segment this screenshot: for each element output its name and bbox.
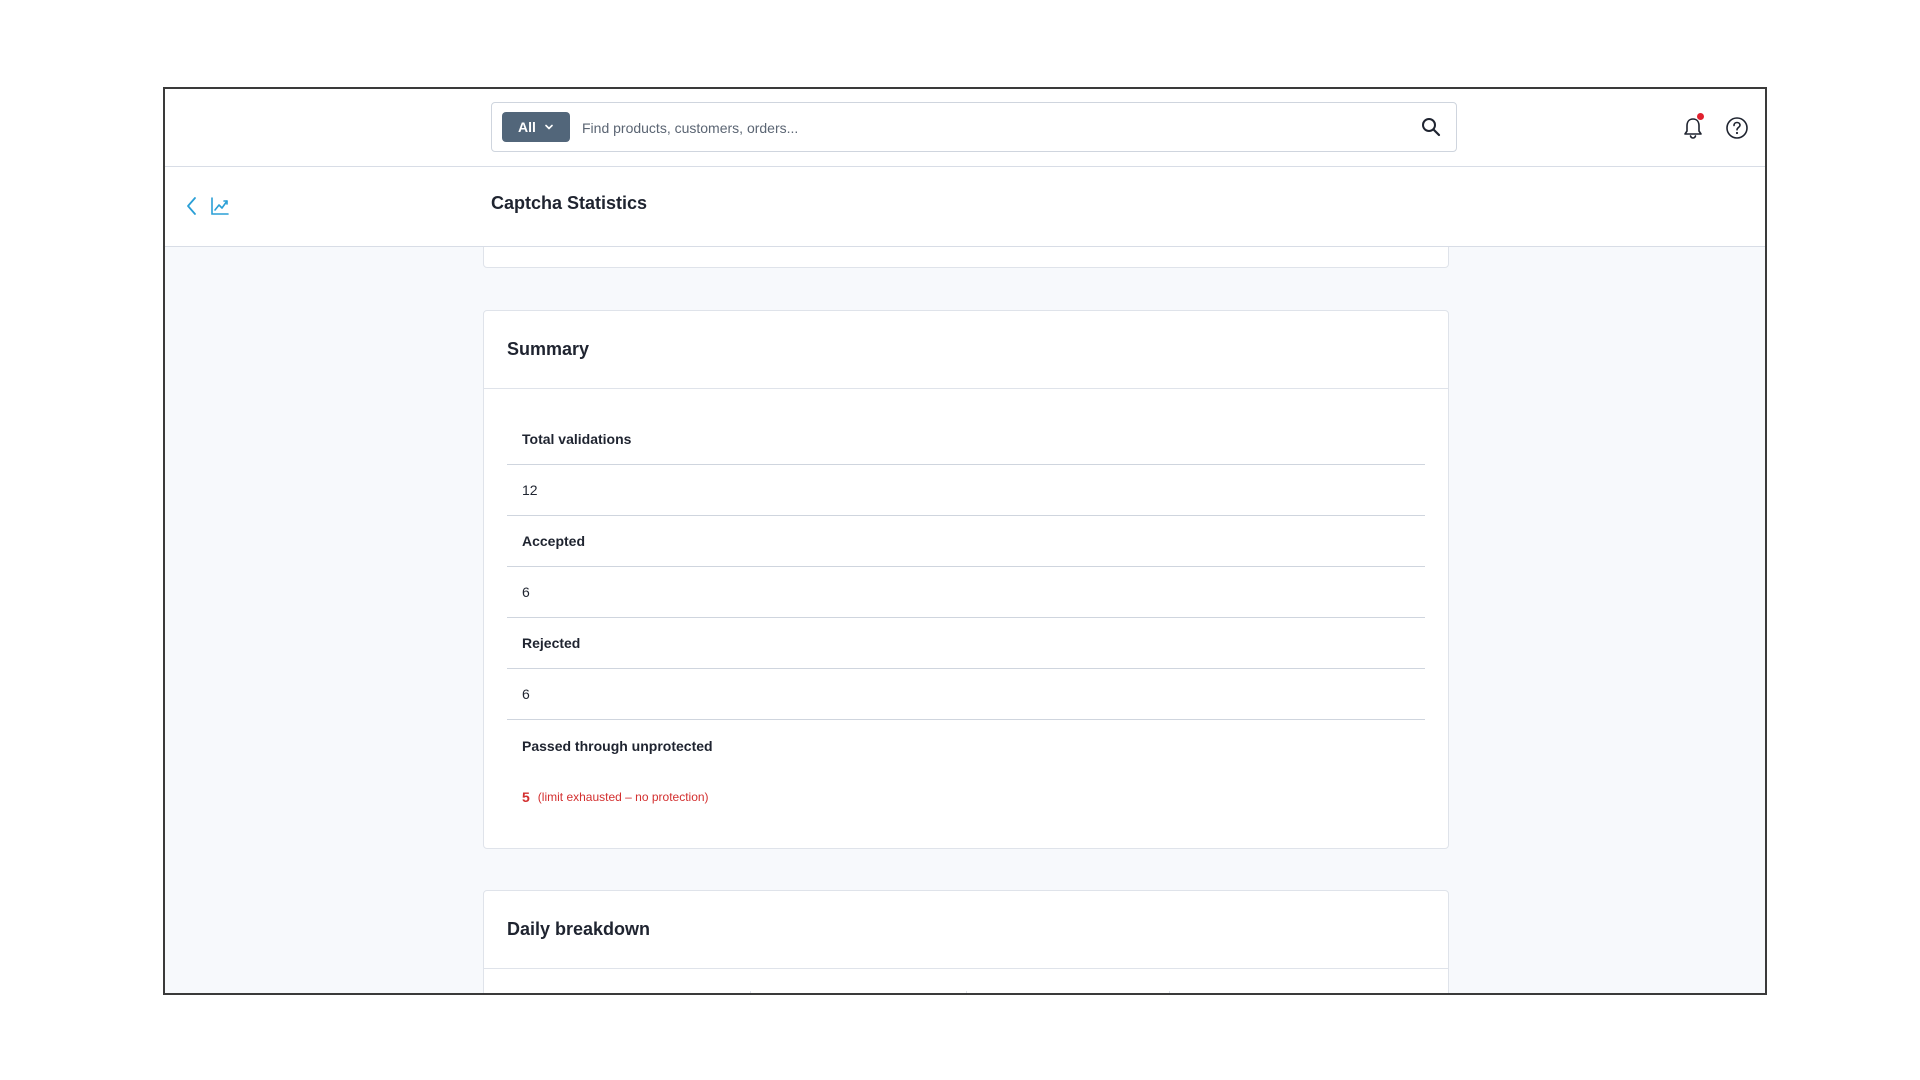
daily-breakdown-card: Daily breakdown bbox=[483, 890, 1449, 993]
column-divider bbox=[966, 991, 967, 993]
stat-label: Total validations bbox=[507, 414, 1425, 465]
summary-card: Summary Total validations 12 Accepted 6 … bbox=[483, 310, 1449, 849]
main-content[interactable]: Summary Total validations 12 Accepted 6 … bbox=[165, 247, 1765, 993]
page-header: Captcha Statistics bbox=[165, 167, 1765, 247]
help-circle-icon[interactable] bbox=[1724, 115, 1750, 141]
search-input[interactable] bbox=[580, 112, 1404, 144]
chevron-left-icon[interactable] bbox=[181, 195, 203, 217]
search-scope-dropdown[interactable]: All bbox=[502, 112, 570, 142]
search-scope-label: All bbox=[518, 119, 536, 135]
column-divider bbox=[1169, 991, 1170, 993]
global-search: All bbox=[491, 102, 1457, 152]
column-divider bbox=[750, 991, 751, 993]
app-window: All Find products, customers, orders... … bbox=[163, 87, 1767, 995]
stat-value-warning: 5 (limit exhausted – no protection) bbox=[507, 771, 1425, 822]
search-icon[interactable] bbox=[1420, 116, 1442, 138]
top-bar: All bbox=[165, 89, 1765, 167]
chevron-down-icon bbox=[545, 124, 553, 130]
previous-card bbox=[483, 247, 1449, 268]
unprotected-note: (limit exhausted – no protection) bbox=[537, 789, 709, 804]
summary-title: Summary bbox=[507, 339, 590, 359]
table-column-dividers bbox=[484, 991, 1448, 993]
daily-card-header: Daily breakdown bbox=[484, 891, 1448, 969]
stat-value: 6 bbox=[507, 669, 1425, 720]
stat-value: 6 bbox=[507, 567, 1425, 618]
line-chart-icon[interactable] bbox=[209, 195, 231, 217]
stat-value: 12 bbox=[507, 465, 1425, 516]
unprotected-count: 5 bbox=[522, 788, 530, 805]
summary-stats: Total validations 12 Accepted 6 Rejected… bbox=[507, 414, 1425, 822]
stat-label: Accepted bbox=[507, 516, 1425, 567]
stat-label: Rejected bbox=[507, 618, 1425, 669]
page-title: Captcha Statistics bbox=[491, 193, 648, 213]
summary-card-header: Summary bbox=[484, 311, 1448, 389]
daily-title: Daily breakdown bbox=[507, 919, 651, 939]
notification-dot bbox=[1697, 113, 1704, 120]
stat-label: Passed through unprotected bbox=[522, 737, 713, 754]
